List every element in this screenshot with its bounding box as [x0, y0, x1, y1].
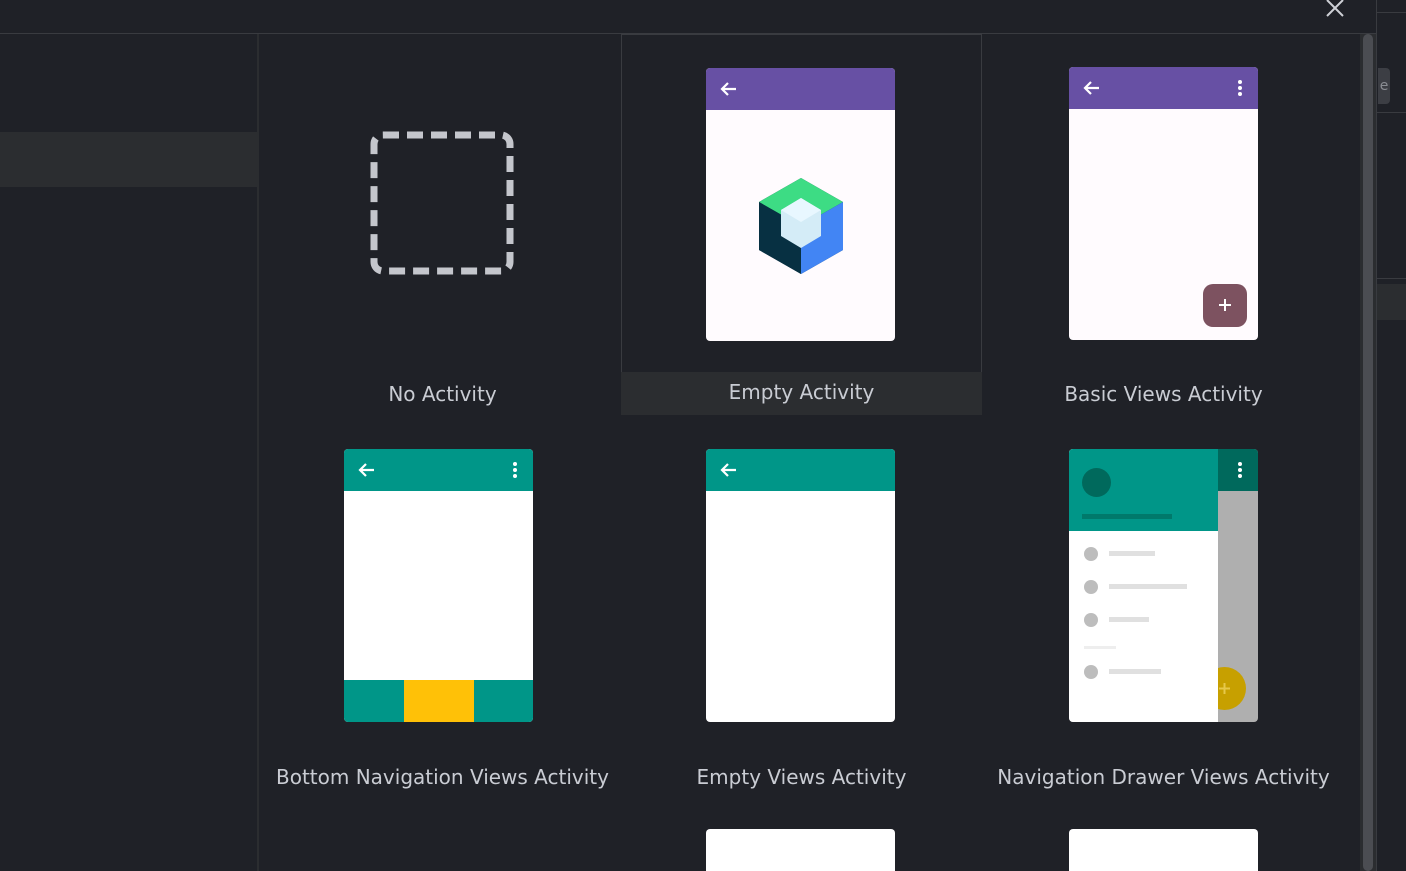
- divider: [1377, 112, 1406, 113]
- template-category-sidebar: [0, 34, 259, 871]
- phone-preview: [706, 449, 895, 722]
- close-button[interactable]: [1322, 0, 1348, 20]
- app-bar: [1069, 67, 1258, 109]
- dashed-placeholder-icon: [370, 131, 514, 275]
- back-arrow-icon: [358, 463, 374, 477]
- template-label: Navigation Drawer Views Activity: [997, 765, 1330, 789]
- drawer-header: [1069, 449, 1218, 531]
- phone-preview: [706, 829, 895, 871]
- bottom-navigation-bar: [344, 680, 533, 722]
- add-icon: [1219, 683, 1230, 694]
- template-label: Basic Views Activity: [1064, 382, 1263, 406]
- template-navigation-drawer-views-activity[interactable]: Navigation Drawer Views Activity: [983, 439, 1344, 821]
- template-label: Empty Activity: [728, 380, 875, 404]
- app-bar: [706, 68, 895, 110]
- template-gallery: No Activity Empty Activity Basic Views A…: [259, 34, 1360, 871]
- dialog-title-bar: [0, 0, 1376, 34]
- template-label: Empty Views Activity: [696, 765, 907, 789]
- template-label: Bottom Navigation Views Activity: [276, 765, 609, 789]
- divider: [1377, 12, 1406, 13]
- template-partial-row-item[interactable]: [983, 821, 1344, 871]
- gallery-scrollbar[interactable]: [1360, 34, 1376, 871]
- bottom-nav-selected-item: [404, 680, 474, 722]
- drawer-avatar: [1082, 468, 1111, 497]
- more-vert-icon: [1238, 80, 1242, 96]
- back-arrow-icon: [720, 82, 736, 96]
- drawer-menu-items: [1084, 547, 1187, 679]
- app-bar: [344, 449, 533, 491]
- phone-preview: [706, 68, 895, 341]
- phone-preview: [1069, 829, 1258, 871]
- template-bottom-navigation-views-activity[interactable]: Bottom Navigation Views Activity: [262, 439, 623, 821]
- back-arrow-icon: [1083, 81, 1099, 95]
- template-empty-activity[interactable]: Empty Activity: [621, 34, 982, 415]
- drawer-header-subtitle: [1082, 514, 1172, 519]
- scrollbar-thumb[interactable]: [1363, 34, 1373, 871]
- template-partial-row-item[interactable]: [621, 821, 982, 871]
- template-no-activity[interactable]: No Activity: [262, 34, 623, 416]
- back-arrow-icon: [720, 463, 736, 477]
- more-vert-icon: [1238, 462, 1242, 478]
- compose-logo-icon: [759, 178, 843, 274]
- add-icon: [1219, 299, 1231, 311]
- template-empty-views-activity[interactable]: Empty Views Activity: [621, 439, 982, 821]
- sidebar-item-selected[interactable]: [0, 132, 257, 187]
- phone-preview: [344, 449, 533, 722]
- phone-preview: [1069, 67, 1258, 340]
- highlighted-row: [1377, 284, 1406, 320]
- phone-preview: [1069, 449, 1258, 722]
- navigation-drawer: [1069, 449, 1218, 722]
- background-ide-edge: e: [1376, 0, 1406, 871]
- partial-button[interactable]: e: [1378, 68, 1390, 104]
- close-icon: [1326, 0, 1344, 17]
- fab-add: [1203, 284, 1247, 327]
- app-bar: [706, 449, 895, 491]
- template-label: No Activity: [388, 382, 497, 406]
- divider: [1377, 278, 1406, 279]
- template-basic-views-activity[interactable]: Basic Views Activity: [983, 34, 1344, 416]
- more-vert-icon: [513, 462, 517, 478]
